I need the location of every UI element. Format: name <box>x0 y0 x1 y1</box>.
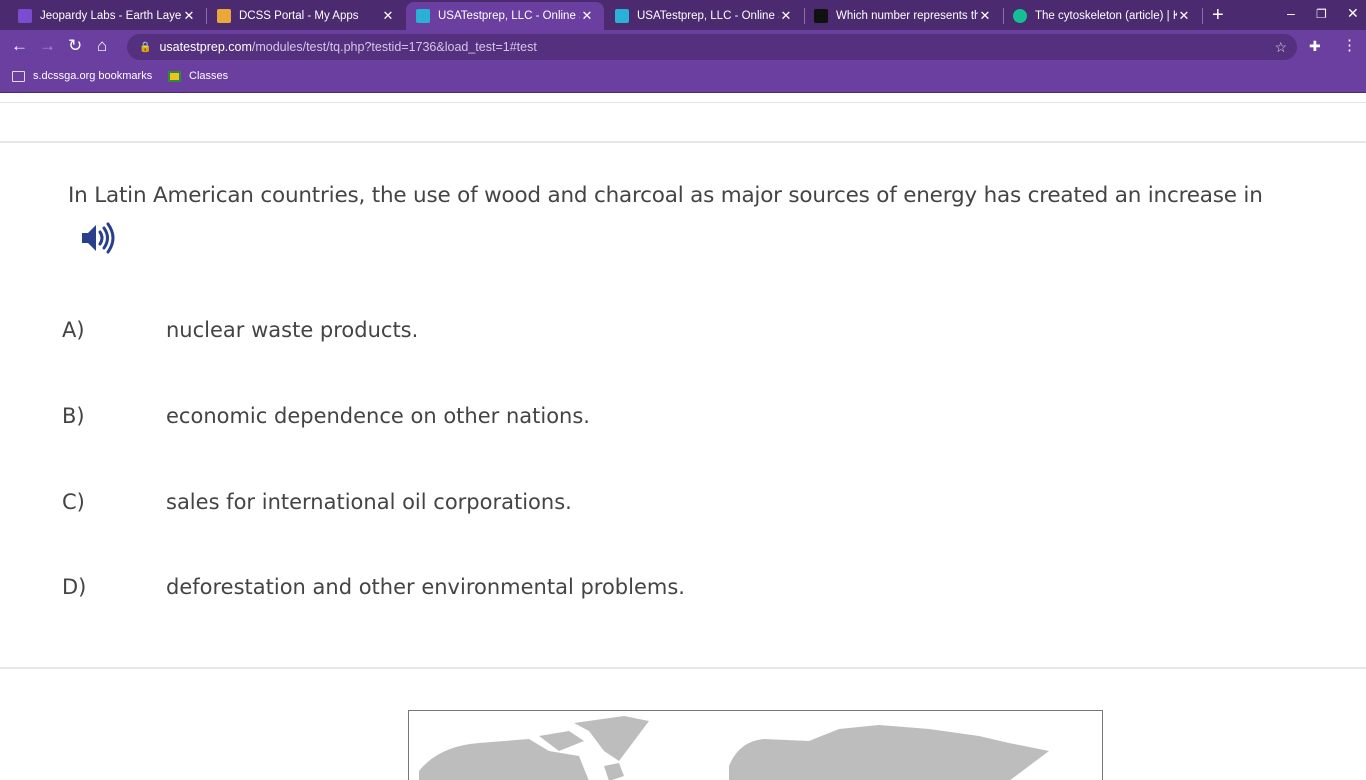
answer-text: economic dependence on other nations. <box>166 404 590 428</box>
new-tab-button[interactable]: + <box>1212 4 1224 27</box>
brainly-favicon-icon <box>814 9 828 23</box>
divider <box>0 102 1366 103</box>
minimize-button[interactable]: – <box>1287 5 1295 21</box>
jeopardy-favicon-icon <box>18 9 32 23</box>
close-window-button[interactable]: ✕ <box>1347 5 1359 22</box>
divider <box>0 667 1366 669</box>
tab-jeopardy[interactable]: Jeopardy Labs - Earth Layers ✕ <box>8 2 206 30</box>
close-tab-icon[interactable]: ✕ <box>1177 8 1191 24</box>
address-bar[interactable]: 🔒 usatestprep.com/modules/test/tq.php?te… <box>127 34 1297 60</box>
answer-text: nuclear waste products. <box>166 318 419 342</box>
answer-option-b[interactable]: B) economic dependence on other nations. <box>62 404 590 428</box>
google-classroom-icon <box>168 70 181 82</box>
answer-text: sales for international oil corporations… <box>166 490 572 514</box>
close-tab-icon[interactable]: ✕ <box>580 8 594 24</box>
bookmark-label: Classes <box>189 70 229 82</box>
folder-icon <box>12 70 25 82</box>
tab-brainly[interactable]: Which number represents the ✕ <box>804 2 1002 30</box>
lock-icon: 🔒 <box>139 41 152 53</box>
restore-button[interactable]: ❐ <box>1316 7 1327 21</box>
url-host: usatestprep.com <box>159 40 252 54</box>
world-map-image <box>408 710 1103 780</box>
dcss-favicon-icon <box>217 9 231 23</box>
answer-letter: B) <box>62 404 85 428</box>
tab-title: The cytoskeleton (article) | Kh <box>1035 10 1177 22</box>
answer-letter: C) <box>62 490 85 514</box>
page-content: In Latin American countries, the use of … <box>0 93 1366 780</box>
close-tab-icon[interactable]: ✕ <box>779 8 793 24</box>
menu-kebab-icon[interactable]: ⋮ <box>1342 36 1357 54</box>
close-tab-icon[interactable]: ✕ <box>182 8 196 24</box>
tab-strip: Jeopardy Labs - Earth Layers ✕ DCSS Porta… <box>0 0 1366 30</box>
tab-title: Jeopardy Labs - Earth Layers <box>40 10 182 22</box>
tab-usatestprep-active[interactable]: USATestprep, LLC - Online Sta✕ <box>406 2 604 30</box>
answer-letter: A) <box>62 318 85 342</box>
divider <box>0 141 1366 143</box>
extensions-puzzle-icon[interactable]: ✚ <box>1309 38 1321 55</box>
answer-letter: D) <box>62 575 87 599</box>
reload-button[interactable]: ↻ <box>68 36 82 56</box>
back-button[interactable]: ← <box>11 36 28 56</box>
home-button[interactable]: ⌂ <box>97 36 107 56</box>
answer-option-d[interactable]: D) deforestation and other environmental … <box>62 575 685 599</box>
tab-title: USATestprep, LLC - Online Sta <box>637 10 779 22</box>
bookmark-folder[interactable]: s.dcssga.org bookmarks <box>12 70 152 82</box>
answer-option-a[interactable]: A) nuclear waste products. <box>62 318 418 342</box>
tab-title: USATestprep, LLC - Online Sta <box>438 10 580 22</box>
usatestprep-favicon-icon <box>416 9 430 23</box>
close-tab-icon[interactable]: ✕ <box>978 8 992 24</box>
answer-option-c[interactable]: C) sales for international oil corporatio… <box>62 490 572 514</box>
forward-button[interactable]: → <box>39 36 56 56</box>
answer-text: deforestation and other environmental pr… <box>166 575 685 599</box>
tab-title: DCSS Portal - My Apps <box>239 10 359 22</box>
close-tab-icon[interactable]: ✕ <box>381 8 395 24</box>
tab-separator <box>1202 8 1203 24</box>
url-path: /modules/test/tq.php?testid=1736&load_te… <box>251 40 537 54</box>
tab-khan-academy[interactable]: The cytoskeleton (article) | Kh ✕ <box>1003 2 1201 30</box>
tab-title: Which number represents the <box>836 10 978 22</box>
browser-toolbar: ← → ↻ ⌂ 🔒 usatestprep.com/modules/test/t… <box>0 30 1366 63</box>
tab-usatestprep[interactable]: USATestprep, LLC - Online Sta✕ <box>605 2 803 30</box>
tab-dcss-portal[interactable]: DCSS Portal - My Apps ✕ <box>207 2 405 30</box>
question-text: In Latin American countries, the use of … <box>68 183 1263 208</box>
bookmark-star-icon[interactable]: ☆ <box>1274 39 1287 56</box>
speaker-audio-icon[interactable] <box>80 221 116 260</box>
bookmark-label: s.dcssga.org bookmarks <box>33 70 153 82</box>
bookmarks-bar: s.dcssga.org bookmarks Classes <box>0 63 1366 93</box>
bookmark-classes[interactable]: Classes <box>168 70 228 82</box>
usatestprep-favicon-icon <box>615 9 629 23</box>
khan-favicon-icon <box>1013 9 1027 23</box>
